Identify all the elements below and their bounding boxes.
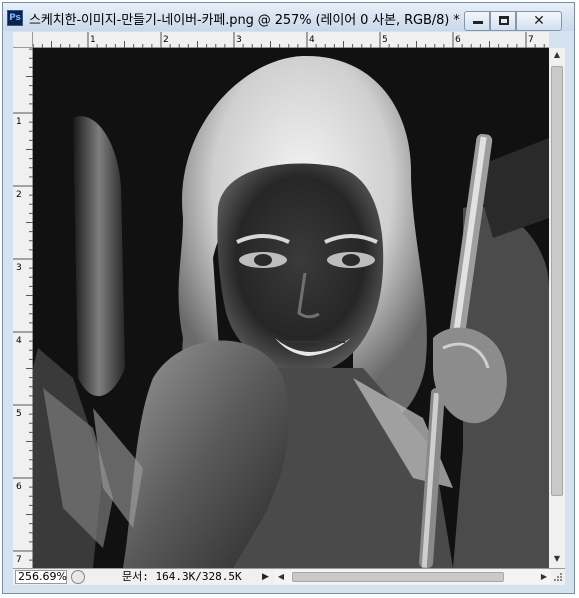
vertical-ruler-ticks: 1 2 3 4 5 6 7: [13, 48, 33, 565]
horizontal-scrollbar[interactable]: ◀ ▶: [274, 570, 551, 584]
maximize-button[interactable]: [490, 11, 516, 31]
zoom-preview-icon[interactable]: [71, 570, 85, 584]
minimize-icon: [473, 21, 483, 24]
photoshop-app-icon: Ps: [7, 10, 23, 26]
ruler-label: 2: [16, 190, 22, 200]
close-button[interactable]: ✕: [516, 11, 562, 31]
maximize-icon: [499, 16, 509, 25]
vertical-scrollbar[interactable]: ▲ ▼: [549, 48, 565, 568]
status-menu-arrow-icon[interactable]: ▶: [262, 571, 272, 583]
horizontal-ruler-ticks: 1 2 3 4 5 6 7: [33, 32, 545, 48]
ruler-label: 3: [236, 35, 242, 45]
ruler-label: 7: [528, 35, 534, 45]
scroll-up-icon[interactable]: ▲: [552, 50, 562, 60]
ruler-label: 7: [16, 555, 22, 565]
inverted-sketch-photo: [33, 48, 549, 568]
ruler-label: 6: [16, 482, 22, 492]
document-size-info: 문서: 164.3K/328.5K: [122, 570, 242, 583]
ruler-origin[interactable]: [13, 32, 33, 48]
status-bar: 256.69% 문서: 164.3K/328.5K ▶ ◀ ▶: [13, 568, 565, 585]
vertical-scroll-thumb[interactable]: [551, 66, 563, 496]
ruler-label: 5: [382, 35, 388, 45]
resize-grip-icon[interactable]: [553, 572, 563, 582]
ruler-label: 4: [309, 35, 315, 45]
minimize-button[interactable]: [464, 11, 490, 31]
horizontal-scroll-thumb[interactable]: [292, 572, 504, 582]
ruler-label: 1: [16, 117, 22, 127]
ruler-label: 2: [163, 35, 169, 45]
scroll-down-icon[interactable]: ▼: [552, 554, 562, 564]
title-bar[interactable]: Ps 스케치한-이미지-만들기-네이버-카페.png @ 257% (레이어 0…: [3, 3, 574, 31]
close-icon: ✕: [533, 13, 545, 29]
window-title: 스케치한-이미지-만들기-네이버-카페.png @ 257% (레이어 0 사본…: [29, 13, 460, 28]
scroll-right-icon[interactable]: ▶: [539, 572, 549, 582]
zoom-level-field[interactable]: 256.69%: [15, 570, 67, 584]
horizontal-ruler[interactable]: 1 2 3 4 5 6 7: [33, 32, 549, 48]
ruler-label: 1: [90, 35, 96, 45]
ruler-label: 4: [16, 336, 22, 346]
ruler-label: 6: [455, 35, 461, 45]
scroll-left-icon[interactable]: ◀: [276, 572, 286, 582]
ruler-label: 3: [16, 263, 22, 273]
image-canvas[interactable]: [33, 48, 549, 568]
vertical-ruler[interactable]: 1 2 3 4 5 6 7: [13, 48, 33, 568]
ruler-label: 5: [16, 409, 22, 419]
